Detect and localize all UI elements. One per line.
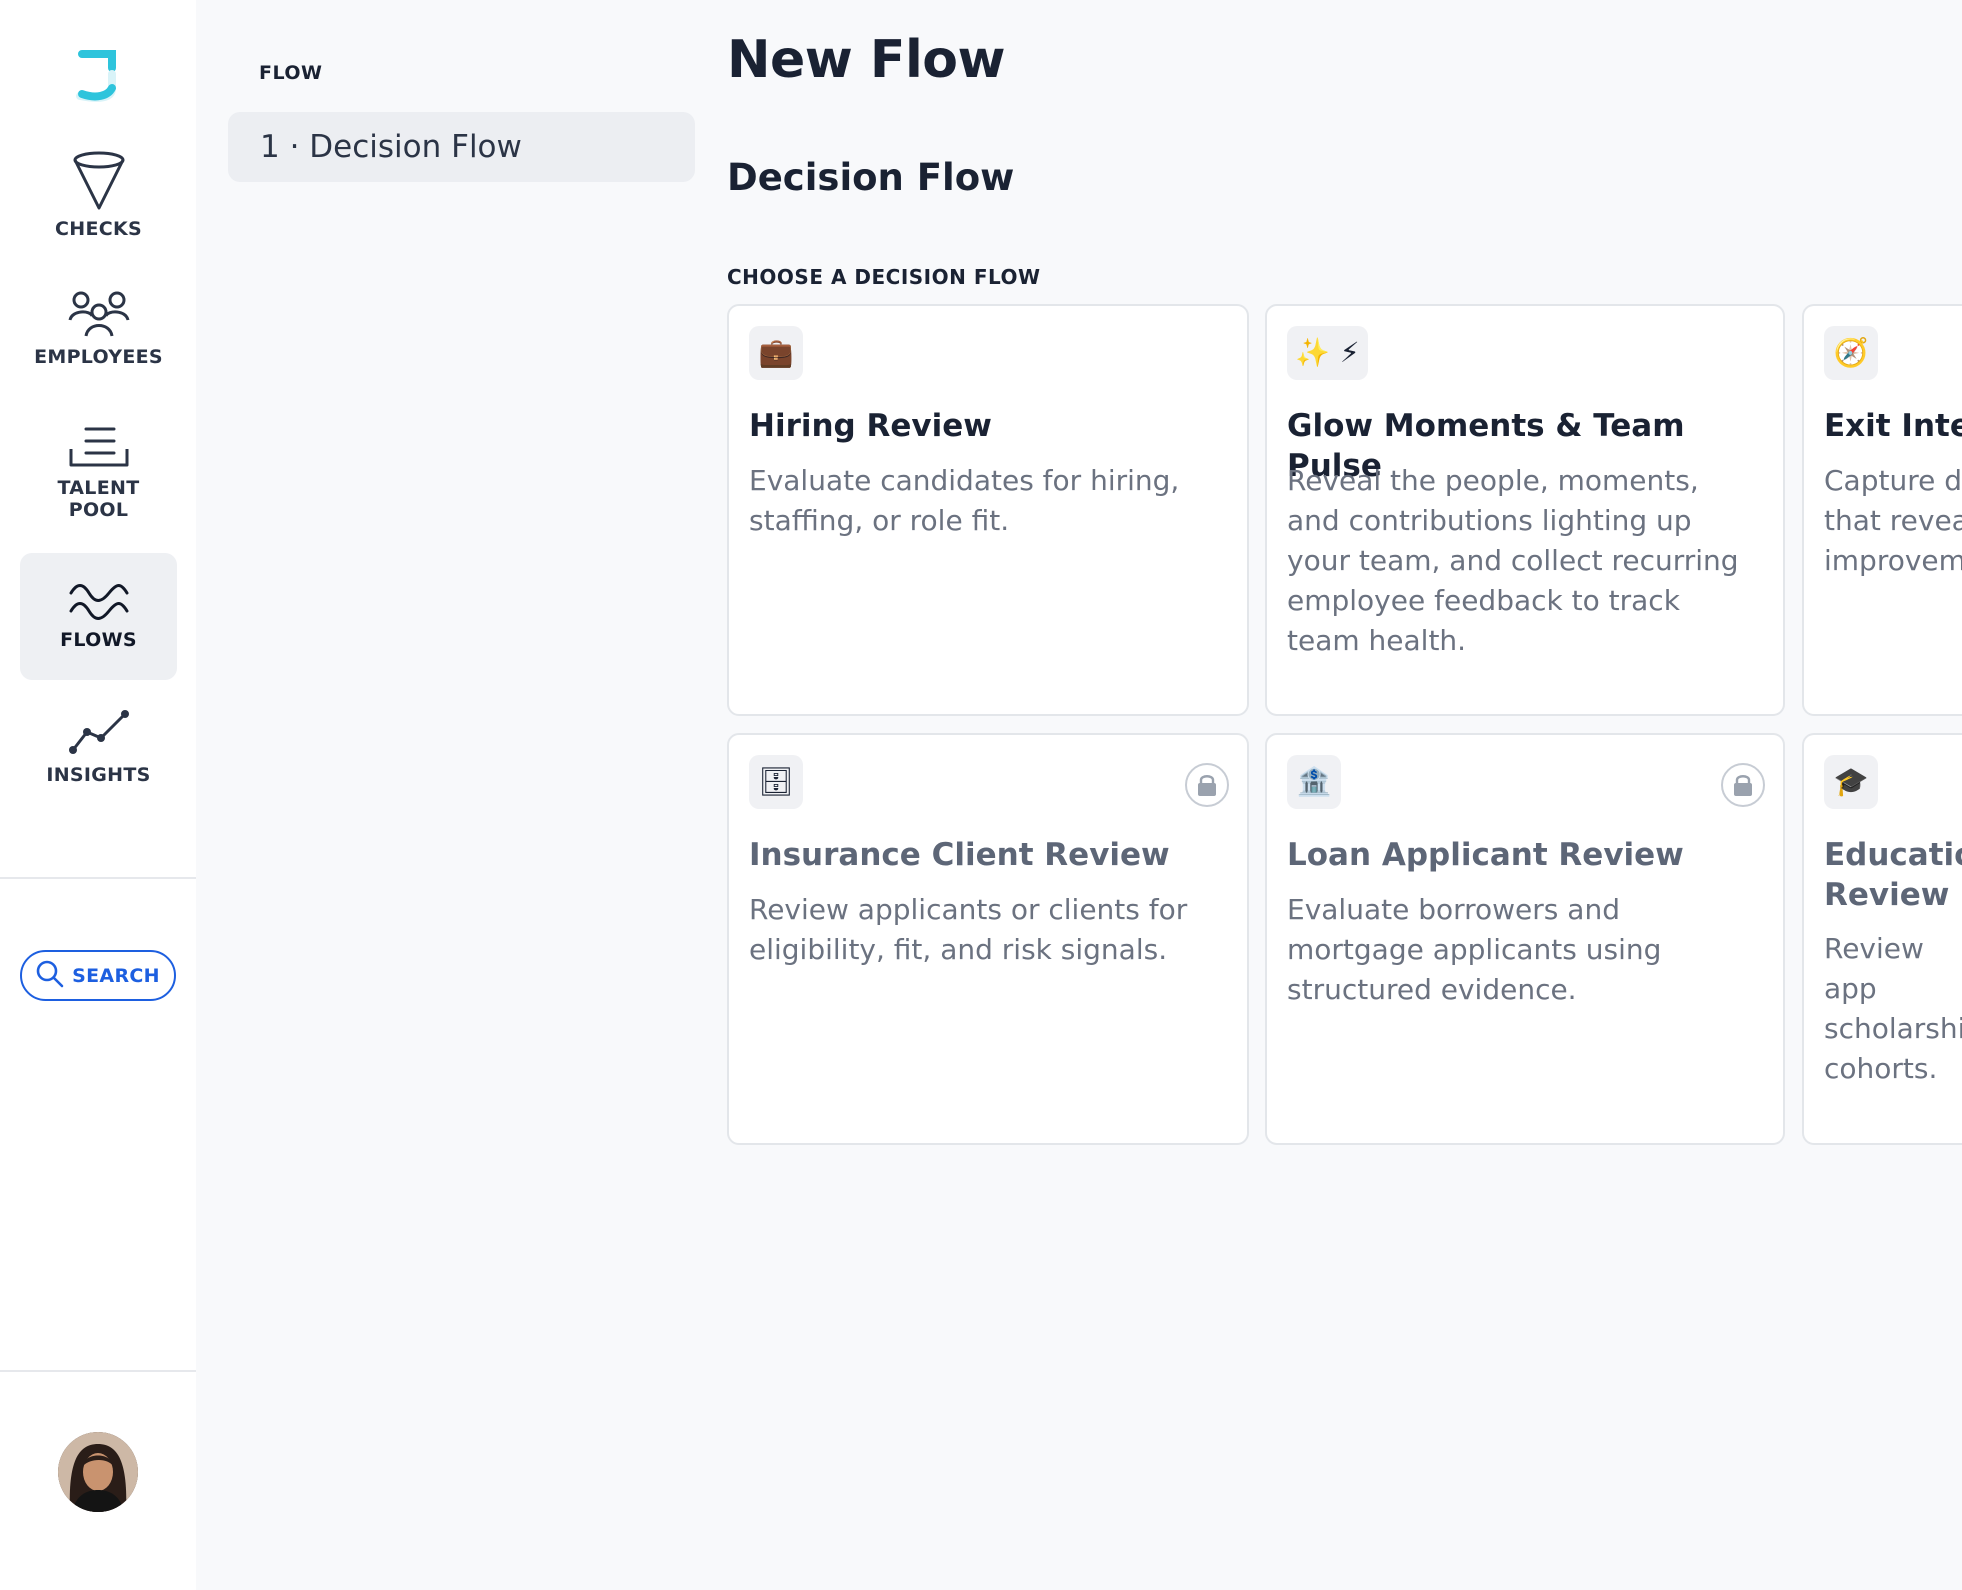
nav-label: FLOWS xyxy=(60,629,137,651)
waves-icon xyxy=(68,581,130,621)
search-button[interactable]: SEARCH xyxy=(20,950,176,1001)
app: CHECKS EMPLOYEES TALENT POOL FLOWS INSIG… xyxy=(0,0,1962,1590)
briefcase-icon: 💼 xyxy=(749,326,803,380)
card-description: Evaluate borrowers and mortgage applican… xyxy=(1287,893,1662,1006)
rail-divider xyxy=(0,877,196,879)
flow-step-item[interactable]: 1 · Decision Flow xyxy=(228,112,695,182)
flow-steps-panel: FLOW 1 · Decision Flow xyxy=(196,0,706,1590)
lock-icon xyxy=(1185,763,1229,807)
search-label: SEARCH xyxy=(72,964,160,987)
nav-label: CHECKS xyxy=(55,218,142,240)
nav-item-employees[interactable]: EMPLOYEES xyxy=(20,290,177,380)
nav-item-checks[interactable]: CHECKS xyxy=(20,150,177,250)
nav-item-flows[interactable]: FLOWS xyxy=(20,553,177,680)
flow-card-glow-moments[interactable]: ✨ ⚡ Glow Moments & Team Pulse Reveal the… xyxy=(1265,304,1785,716)
nav-rail: CHECKS EMPLOYEES TALENT POOL FLOWS INSIG… xyxy=(0,0,196,1590)
choose-flow-label: CHOOSE A DECISION FLOW xyxy=(727,265,1041,289)
app-logo[interactable] xyxy=(74,50,122,106)
nav-item-insights[interactable]: INSIGHTS xyxy=(20,708,177,798)
people-icon xyxy=(68,290,130,338)
tray-icon xyxy=(68,425,130,469)
graduation-cap-icon: 🎓 xyxy=(1824,755,1878,809)
card-icon-glyph: ✨ xyxy=(1295,336,1330,369)
trend-line-icon xyxy=(68,708,130,756)
flow-card-education-review[interactable]: 🎓 Educatio Review Review app scholarshi … xyxy=(1802,733,1962,1145)
search-icon xyxy=(36,960,64,992)
card-icon-glyph: 🧭 xyxy=(1833,336,1869,369)
card-description: Review applicants or clients for eligibi… xyxy=(749,893,1188,966)
bank-icon: 🏦 xyxy=(1287,755,1341,809)
flow-heading: FLOW xyxy=(259,62,323,84)
card-title: Insurance Client Review xyxy=(749,837,1170,873)
card-icon-glyph: ⚡ xyxy=(1339,336,1360,369)
rail-divider xyxy=(0,1370,196,1372)
card-title: Hiring Review xyxy=(749,408,992,444)
card-title: Exit Intel xyxy=(1824,408,1962,444)
lock-icon xyxy=(1721,763,1765,807)
file-cabinet-icon: 🗄 xyxy=(749,755,803,809)
nav-label: EMPLOYEES xyxy=(34,346,163,368)
nav-label: TALENT POOL xyxy=(57,477,140,521)
card-description: Evaluate candidates for hiring, staffing… xyxy=(749,464,1180,537)
avatar[interactable] xyxy=(58,1432,138,1512)
flow-card-loan-applicant-review[interactable]: 🏦 Loan Applicant Review Evaluate borrowe… xyxy=(1265,733,1785,1145)
card-icon-glyph: 🗄 xyxy=(758,765,794,798)
card-title: Loan Applicant Review xyxy=(1287,837,1684,873)
flow-card-hiring-review[interactable]: 💼 Hiring Review Evaluate candidates for … xyxy=(727,304,1249,716)
section-title: Decision Flow xyxy=(727,156,1015,199)
card-icon-glyph: 💼 xyxy=(758,336,794,369)
card-description: Capture de that reveal improveme xyxy=(1824,464,1962,577)
card-icon-glyph: 🎓 xyxy=(1833,765,1869,798)
card-description: Review app scholarshi cohorts. xyxy=(1824,932,1962,1085)
sparkles-lightning-icon: ✨ ⚡ xyxy=(1287,326,1368,380)
nav-label: INSIGHTS xyxy=(46,764,151,786)
compass-icon: 🧭 xyxy=(1824,326,1878,380)
card-icon-glyph: 🏦 xyxy=(1296,765,1332,798)
card-description: Reveal the people, moments, and contribu… xyxy=(1287,464,1739,657)
flow-card-exit-intel[interactable]: 🧭 Exit Intel Capture de that reveal impr… xyxy=(1802,304,1962,716)
page-title: New Flow xyxy=(727,30,1006,90)
filter-icon xyxy=(71,150,127,210)
card-title: Educatio Review xyxy=(1824,837,1962,913)
nav-item-talent-pool[interactable]: TALENT POOL xyxy=(20,425,177,535)
flow-card-insurance-client-review[interactable]: 🗄 Insurance Client Review Review applica… xyxy=(727,733,1249,1145)
